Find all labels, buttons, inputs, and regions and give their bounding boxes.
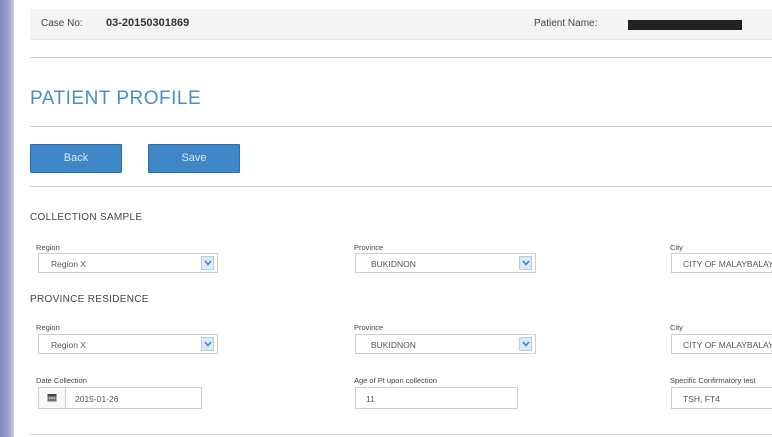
chevron-down-icon[interactable] bbox=[519, 337, 532, 351]
date-collection-input[interactable]: 2015-01-26 bbox=[38, 387, 202, 409]
age-at-collection-value: 11 bbox=[366, 394, 375, 404]
left-edge-stripe bbox=[0, 0, 14, 437]
residence-city-value: CITY OF MALAYBALAY bbox=[683, 340, 772, 350]
residence-region-label: Region bbox=[36, 323, 60, 332]
province-residence-title: PROVINCE RESIDENCE bbox=[30, 294, 149, 305]
residence-region-value: Region X bbox=[51, 340, 86, 350]
confirmatory-test-value: TSH, FT4 bbox=[683, 394, 720, 404]
collection-city-select[interactable]: CITY OF MALAYBALAY bbox=[671, 253, 772, 273]
residence-province-label: Province bbox=[354, 323, 384, 332]
divider bbox=[30, 57, 772, 58]
collection-province-label: Province bbox=[354, 243, 384, 252]
divider bbox=[30, 126, 772, 127]
date-collection-label: Date Collection bbox=[36, 376, 87, 385]
calendar-icon[interactable] bbox=[39, 388, 66, 408]
page-title: PATIENT PROFILE bbox=[30, 88, 202, 109]
confirmatory-test-input[interactable]: TSH, FT4 bbox=[671, 387, 772, 409]
confirmatory-test-label: Specific Confirmatory test bbox=[670, 376, 756, 385]
case-info-bar: Case No: 03-20150301869 Patient Name: bbox=[30, 9, 772, 40]
chevron-down-icon[interactable] bbox=[519, 256, 532, 270]
patient-name-label: Patient Name: bbox=[534, 18, 598, 29]
case-no-label: Case No: bbox=[41, 18, 83, 29]
collection-province-select[interactable]: BUKIDNON bbox=[355, 253, 536, 273]
collection-region-label: Region bbox=[36, 243, 60, 252]
collection-region-select[interactable]: Region X bbox=[38, 253, 218, 273]
save-button[interactable]: Save bbox=[148, 144, 240, 173]
case-no-value: 03-20150301869 bbox=[106, 17, 190, 29]
residence-city-select[interactable]: CITY OF MALAYBALAY bbox=[671, 334, 772, 354]
chevron-down-icon[interactable] bbox=[201, 337, 214, 351]
collection-region-value: Region X bbox=[51, 259, 86, 269]
residence-province-value: BUKIDNON bbox=[371, 340, 416, 350]
residence-province-select[interactable]: BUKIDNON bbox=[355, 334, 536, 354]
age-at-collection-label: Age of Pt upon collection bbox=[354, 376, 437, 385]
patient-name-redacted bbox=[628, 20, 742, 30]
divider bbox=[30, 186, 772, 187]
residence-city-label: City bbox=[670, 323, 683, 332]
divider bbox=[30, 434, 772, 435]
collection-sample-title: COLLECTION SAMPLE bbox=[30, 212, 143, 223]
patient-profile-page: Case No: 03-20150301869 Patient Name: PA… bbox=[14, 0, 772, 437]
back-button[interactable]: Back bbox=[30, 144, 122, 173]
collection-province-value: BUKIDNON bbox=[371, 259, 416, 269]
age-at-collection-input[interactable]: 11 bbox=[355, 387, 518, 409]
chevron-down-icon[interactable] bbox=[201, 256, 214, 270]
collection-city-value: CITY OF MALAYBALAY bbox=[683, 259, 772, 269]
collection-city-label: City bbox=[670, 243, 683, 252]
date-collection-value: 2015-01-26 bbox=[75, 394, 119, 404]
residence-region-select[interactable]: Region X bbox=[38, 334, 218, 354]
